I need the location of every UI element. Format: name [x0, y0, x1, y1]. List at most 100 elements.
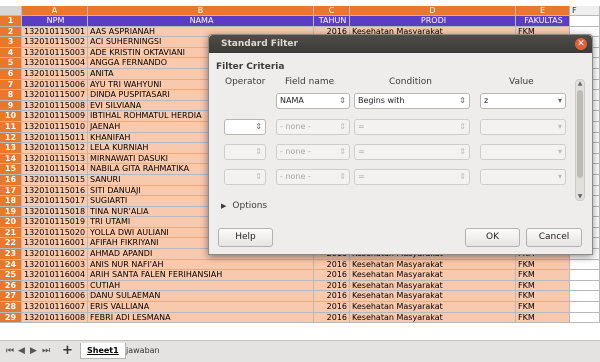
column-header-b[interactable]: B — [88, 6, 314, 16]
column-header-d[interactable]: D — [350, 6, 516, 16]
field-name-select-2[interactable]: - none - ⇕ — [276, 119, 350, 135]
row-number[interactable]: 11 — [0, 121, 22, 133]
row-number[interactable]: 8 — [0, 90, 22, 101]
help-button[interactable]: Help — [218, 228, 273, 247]
cell-prodi[interactable]: Kesehatan Masyarakat — [350, 312, 516, 324]
value-combo-4[interactable]: ▾ — [480, 169, 566, 185]
header-cell-prodi[interactable]: PRODI — [350, 16, 516, 27]
cell-empty[interactable] — [570, 312, 600, 324]
column-header-f[interactable]: F — [570, 6, 600, 16]
row-number[interactable]: 10 — [0, 111, 22, 122]
cell-nama[interactable]: ERIS VALLIANA — [88, 302, 314, 313]
cell-npm[interactable]: 132010115001 — [22, 26, 88, 38]
cell-fakultas[interactable]: FKM — [516, 259, 570, 271]
condition-select-1[interactable]: Begins with ⇕ — [354, 93, 470, 109]
operator-select-2[interactable]: ⇕ — [224, 119, 266, 135]
row-number[interactable]: 23 — [0, 249, 22, 260]
cell-empty[interactable] — [570, 302, 600, 313]
condition-select-2[interactable]: = ⇕ — [354, 119, 470, 135]
cell-prodi[interactable]: Kesehatan Masyarakat — [350, 302, 516, 313]
cell-npm[interactable]: 132010115014 — [22, 164, 88, 175]
options-expander[interactable]: ▶ Options — [221, 201, 267, 211]
cell-prodi[interactable]: Kesehatan Masyarakat — [350, 280, 516, 292]
scrollbar-thumb[interactable] — [577, 90, 583, 178]
row-number[interactable]: 5 — [0, 58, 22, 69]
cell-npm[interactable]: 132010115010 — [22, 121, 88, 133]
operator-select-4[interactable]: ⇕ — [224, 169, 266, 185]
condition-select-4[interactable]: = ⇕ — [354, 169, 470, 185]
select-all-corner[interactable] — [0, 6, 22, 16]
row-number[interactable]: 14 — [0, 153, 22, 165]
row-number[interactable]: 1 — [0, 16, 22, 27]
column-header-a[interactable]: A — [22, 6, 88, 16]
row-number[interactable]: 24 — [0, 259, 22, 271]
field-name-select-4[interactable]: - none - ⇕ — [276, 169, 350, 185]
cell-tahun[interactable]: 2016 — [314, 259, 350, 271]
row-number[interactable]: 20 — [0, 217, 22, 228]
cell-npm[interactable]: 132010116003 — [22, 259, 88, 271]
cell-fakultas[interactable]: FKM — [516, 270, 570, 281]
column-header-e[interactable]: E — [516, 6, 570, 16]
cell-nama[interactable]: ARIH SANTA FALEN FERIHANSIAH — [88, 270, 314, 281]
first-sheet-icon[interactable]: ⏮ — [6, 346, 14, 356]
cell-npm[interactable]: 132010115005 — [22, 68, 88, 80]
cell-tahun[interactable]: 2016 — [314, 312, 350, 324]
cell-npm[interactable]: 132010115009 — [22, 111, 88, 122]
cell-npm[interactable]: 132010115016 — [22, 185, 88, 197]
last-sheet-icon[interactable]: ⏭ — [42, 346, 50, 356]
tab-jawaban[interactable]: jawaban — [120, 343, 166, 358]
row-number[interactable]: 21 — [0, 227, 22, 239]
cell-fakultas[interactable]: FKM — [516, 280, 570, 292]
row-number[interactable]: 12 — [0, 132, 22, 144]
cell-npm[interactable]: 132010116002 — [22, 249, 88, 260]
operator-select-3[interactable]: ⇕ — [224, 144, 266, 160]
cell-nama[interactable]: FEBRI ADI LESMANA — [88, 312, 314, 324]
cell-fakultas[interactable]: FKM — [516, 312, 570, 324]
cell-tahun[interactable]: 2016 — [314, 280, 350, 292]
add-sheet-icon[interactable]: + — [62, 343, 73, 358]
row-number[interactable]: 18 — [0, 196, 22, 207]
cell-npm[interactable]: 132010115006 — [22, 79, 88, 91]
cell-tahun[interactable]: 2016 — [314, 270, 350, 281]
cell-empty[interactable] — [570, 280, 600, 292]
value-combo-3[interactable]: ▾ — [480, 144, 566, 160]
header-cell-fakultas[interactable]: FAKULTAS — [516, 16, 570, 27]
column-header-c[interactable]: C — [314, 6, 350, 16]
cell-npm[interactable]: 132010115015 — [22, 174, 88, 186]
cell-fakultas[interactable]: FKM — [516, 302, 570, 313]
tab-sheet1[interactable]: Sheet1 — [80, 343, 126, 359]
cell-prodi[interactable]: Kesehatan Masyarakat — [350, 291, 516, 303]
cell-npm[interactable]: 132010115011 — [22, 132, 88, 144]
cell-npm[interactable]: 132010116004 — [22, 270, 88, 281]
cell-tahun[interactable]: 2016 — [314, 291, 350, 303]
field-name-select-1[interactable]: NAMA ⇕ — [276, 93, 350, 109]
row-number[interactable]: 13 — [0, 143, 22, 154]
cell-fakultas[interactable]: FKM — [516, 291, 570, 303]
row-number[interactable]: 16 — [0, 174, 22, 186]
cell-npm[interactable]: 132010115018 — [22, 206, 88, 218]
scroll-up-icon[interactable]: ▲ — [576, 80, 584, 87]
row-number[interactable]: 22 — [0, 238, 22, 250]
row-number[interactable]: 15 — [0, 164, 22, 175]
cell-npm[interactable]: 132010115002 — [22, 37, 88, 48]
cell-npm[interactable]: 132010116007 — [22, 302, 88, 313]
cell-prodi[interactable]: Kesehatan Masyarakat — [350, 270, 516, 281]
cell-npm[interactable]: 132010115019 — [22, 217, 88, 228]
close-icon[interactable]: ✕ — [575, 38, 587, 50]
cell-empty[interactable] — [570, 270, 600, 281]
cell-npm[interactable]: 132010116001 — [22, 238, 88, 250]
scroll-down-icon[interactable]: ▼ — [576, 193, 584, 200]
next-sheet-icon[interactable]: ▶ — [30, 346, 37, 356]
row-number[interactable]: 27 — [0, 291, 22, 303]
cancel-button[interactable]: Cancel — [526, 228, 582, 247]
cell-npm[interactable]: 132010115020 — [22, 227, 88, 239]
cell-empty[interactable] — [570, 16, 600, 27]
cell-prodi[interactable]: Kesehatan Masyarakat — [350, 259, 516, 271]
header-cell-tahun[interactable]: TAHUN — [314, 16, 350, 27]
condition-select-3[interactable]: = ⇕ — [354, 144, 470, 160]
cell-npm[interactable]: 132010116006 — [22, 291, 88, 303]
cell-empty[interactable] — [570, 259, 600, 271]
row-number[interactable]: 4 — [0, 47, 22, 59]
criteria-scrollbar[interactable]: ▲ ▼ — [575, 79, 585, 201]
cell-npm[interactable]: 132010115012 — [22, 143, 88, 154]
